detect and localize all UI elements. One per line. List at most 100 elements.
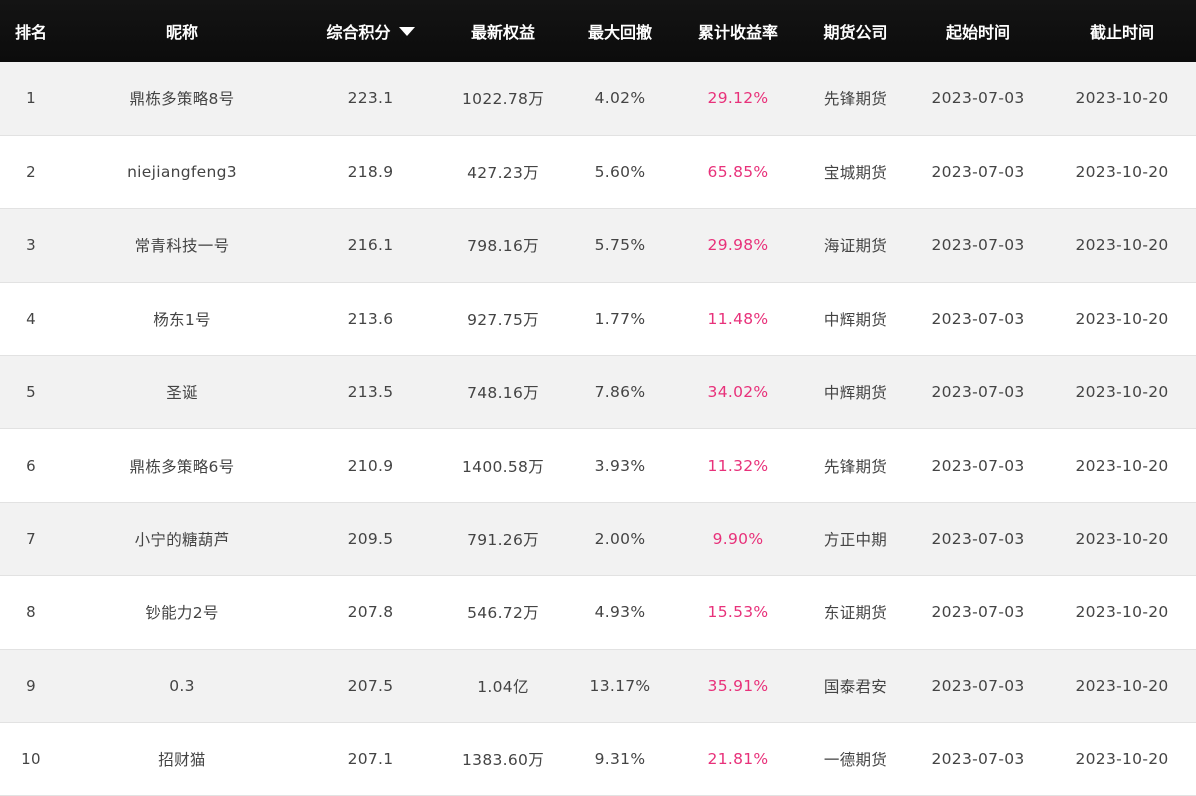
- cell-rank: 5: [26, 383, 36, 402]
- cell-score: 207.8: [347, 603, 394, 622]
- cell-rank: 3: [26, 236, 36, 255]
- cell-max-drawdown: 5.60%: [594, 163, 646, 182]
- table-row[interactable]: 2 niejiangfeng3 218.9 427.23万 5.60% 65.8…: [0, 135, 1196, 209]
- cell-max-drawdown: 5.75%: [594, 236, 646, 255]
- cell-broker: 东证期货: [823, 604, 888, 623]
- table-header: 排名 昵称 综合积分 最新权益 最大回撤 累计收益率 期货公司 起始时间 截止时…: [0, 0, 1196, 62]
- table-row[interactable]: 4 杨东1号 213.6 927.75万 1.77% 11.48% 中辉期货 2…: [0, 282, 1196, 356]
- cell-score: 213.6: [347, 309, 394, 328]
- cell-cumulative-return: 11.48%: [707, 309, 769, 328]
- cell-max-drawdown: 3.93%: [594, 456, 646, 475]
- cell-rank: 1: [26, 89, 36, 108]
- cell-equity: 427.23万: [467, 164, 539, 183]
- cell-equity: 798.16万: [467, 237, 539, 256]
- cell-cumulative-return: 21.81%: [707, 750, 769, 769]
- header-start-date: 起始时间: [945, 23, 1010, 42]
- cell-nickname[interactable]: 圣诞: [62, 356, 302, 429]
- table-row[interactable]: 5 圣诞 213.5 748.16万 7.86% 34.02% 中辉期货 202…: [0, 355, 1196, 429]
- cell-rank: 2: [26, 163, 36, 182]
- cell-score: 210.9: [347, 456, 394, 475]
- cell-broker: 海证期货: [823, 237, 888, 256]
- cell-cumulative-return: 65.85%: [707, 163, 769, 182]
- caret-down-icon: [398, 27, 415, 36]
- cell-score: 207.1: [347, 750, 394, 769]
- cell-start-date: 2023-07-03: [931, 530, 1025, 549]
- cell-nickname[interactable]: 鼎栋多策略6号: [62, 429, 302, 502]
- cell-equity: 546.72万: [467, 604, 539, 623]
- cell-nickname[interactable]: niejiangfeng3: [62, 135, 302, 208]
- cell-broker: 中辉期货: [823, 310, 888, 329]
- cell-equity: 1.04亿: [477, 677, 529, 696]
- cell-max-drawdown: 4.93%: [594, 603, 646, 622]
- table-row[interactable]: 3 常青科技一号 216.1 798.16万 5.75% 29.98% 海证期货…: [0, 208, 1196, 283]
- table-row[interactable]: 6 鼎栋多策略6号 210.9 1400.58万 3.93% 11.32% 先锋…: [0, 428, 1196, 503]
- cell-rank: 4: [26, 309, 36, 328]
- cell-nickname[interactable]: 招财猫: [62, 723, 302, 796]
- cell-equity: 1022.78万: [462, 90, 544, 109]
- cell-equity: 748.16万: [467, 384, 539, 403]
- cell-start-date: 2023-07-03: [931, 383, 1025, 402]
- cell-cumulative-return: 9.90%: [712, 530, 764, 549]
- header-cumulative-return: 累计收益率: [697, 23, 778, 42]
- cell-end-date: 2023-10-20: [1075, 456, 1169, 475]
- cell-max-drawdown: 1.77%: [594, 309, 646, 328]
- cell-score: 218.9: [347, 163, 394, 182]
- cell-rank: 8: [26, 603, 36, 622]
- cell-cumulative-return: 11.32%: [707, 456, 769, 475]
- cell-start-date: 2023-07-03: [931, 456, 1025, 475]
- cell-broker: 国泰君安: [823, 677, 888, 696]
- cell-equity: 1383.60万: [462, 751, 544, 770]
- cell-nickname[interactable]: 0.3: [62, 649, 302, 722]
- cell-score: 216.1: [347, 236, 394, 255]
- cell-start-date: 2023-07-03: [931, 236, 1025, 255]
- cell-score: 223.1: [347, 89, 394, 108]
- header-score-label: 综合积分: [326, 23, 391, 42]
- header-end-date: 截止时间: [1089, 23, 1154, 42]
- cell-nickname[interactable]: 小宁的糖葫芦: [62, 502, 302, 575]
- cell-broker: 宝城期货: [823, 164, 888, 183]
- cell-cumulative-return: 29.12%: [707, 89, 769, 108]
- table-row[interactable]: 9 0.3 207.5 1.04亿 13.17% 35.91% 国泰君安 202…: [0, 649, 1196, 723]
- cell-nickname[interactable]: 钞能力2号: [62, 576, 302, 649]
- cell-broker: 中辉期货: [823, 384, 888, 403]
- cell-end-date: 2023-10-20: [1075, 676, 1169, 695]
- cell-end-date: 2023-10-20: [1075, 750, 1169, 769]
- table-row[interactable]: 8 钞能力2号 207.8 546.72万 4.93% 15.53% 东证期货 …: [0, 575, 1196, 650]
- cell-score: 209.5: [347, 530, 394, 549]
- cell-rank: 6: [26, 456, 36, 475]
- cell-rank: 10: [21, 750, 41, 769]
- cell-start-date: 2023-07-03: [931, 309, 1025, 328]
- table-row[interactable]: 10 招财猫 207.1 1383.60万 9.31% 21.81% 一德期货 …: [0, 722, 1196, 796]
- cell-max-drawdown: 2.00%: [594, 530, 646, 549]
- ranking-table: 排名 昵称 综合积分 最新权益 最大回撤 累计收益率 期货公司 起始时间 截止时…: [0, 0, 1196, 796]
- cell-end-date: 2023-10-20: [1075, 89, 1169, 108]
- cell-score: 207.5: [347, 676, 394, 695]
- cell-cumulative-return: 15.53%: [707, 603, 769, 622]
- header-row: 排名 昵称 综合积分 最新权益 最大回撤 累计收益率 期货公司 起始时间 截止时…: [0, 0, 1196, 62]
- header-equity: 最新权益: [470, 23, 535, 42]
- cell-end-date: 2023-10-20: [1075, 309, 1169, 328]
- cell-score: 213.5: [347, 383, 394, 402]
- cell-cumulative-return: 35.91%: [707, 676, 769, 695]
- cell-end-date: 2023-10-20: [1075, 603, 1169, 622]
- cell-end-date: 2023-10-20: [1075, 236, 1169, 255]
- cell-end-date: 2023-10-20: [1075, 163, 1169, 182]
- header-score-sort[interactable]: 综合积分: [302, 0, 439, 62]
- cell-nickname[interactable]: 鼎栋多策略8号: [62, 62, 302, 135]
- header-nickname: 昵称: [165, 23, 198, 42]
- cell-max-drawdown: 13.17%: [589, 676, 651, 695]
- cell-nickname[interactable]: 常青科技一号: [62, 209, 302, 282]
- cell-equity: 927.75万: [467, 310, 539, 329]
- table-row[interactable]: 7 小宁的糖葫芦 209.5 791.26万 2.00% 9.90% 方正中期 …: [0, 502, 1196, 576]
- cell-cumulative-return: 34.02%: [707, 383, 769, 402]
- cell-broker: 方正中期: [823, 531, 888, 550]
- cell-start-date: 2023-07-03: [931, 89, 1025, 108]
- cell-equity: 1400.58万: [462, 457, 544, 476]
- cell-nickname[interactable]: 杨东1号: [62, 282, 302, 355]
- cell-rank: 7: [26, 530, 36, 549]
- table-row[interactable]: 1 鼎栋多策略8号 223.1 1022.78万 4.02% 29.12% 先锋…: [0, 62, 1196, 136]
- header-rank: 排名: [14, 23, 47, 42]
- cell-rank: 9: [26, 676, 36, 695]
- cell-broker: 一德期货: [823, 751, 888, 770]
- cell-cumulative-return: 29.98%: [707, 236, 769, 255]
